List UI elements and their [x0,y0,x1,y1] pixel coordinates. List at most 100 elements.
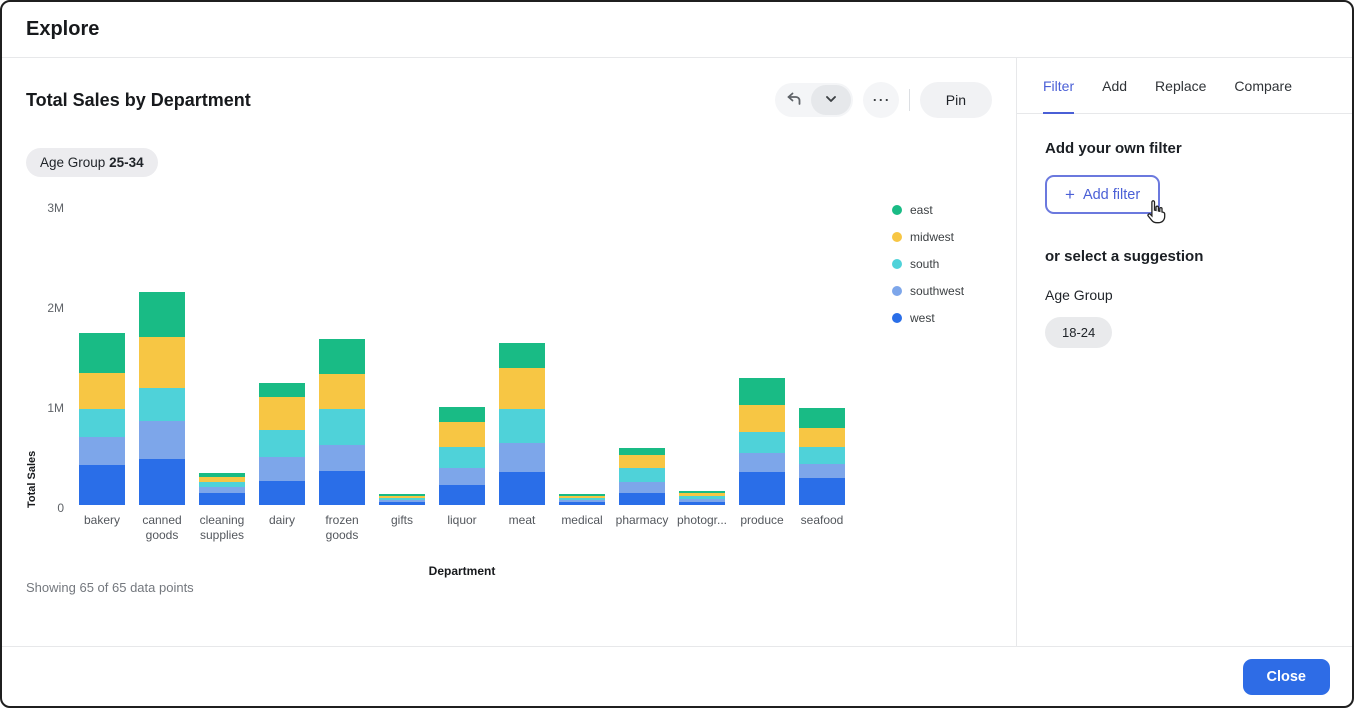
segment-west[interactable] [259,481,305,505]
add-filter-button[interactable]: + Add filter [1045,175,1160,214]
segment-southwest[interactable] [619,482,665,493]
legend-label: west [910,311,935,325]
segment-midwest[interactable] [79,373,125,409]
legend-item-midwest[interactable]: midwest [892,230,964,244]
segment-east[interactable] [79,333,125,373]
bar-stack [499,343,545,505]
close-button[interactable]: Close [1243,659,1331,695]
segment-west[interactable] [799,478,845,505]
x-tick-label: dairy [254,513,310,544]
legend-item-west[interactable]: west [892,311,964,325]
segment-midwest[interactable] [739,405,785,432]
segment-south[interactable] [739,432,785,453]
segment-west[interactable] [79,465,125,505]
bar-photogr[interactable] [674,205,730,505]
bar-stack [139,292,185,505]
x-tick-label: cleaning supplies [194,513,250,544]
segment-southwest[interactable] [79,437,125,465]
segment-southwest[interactable] [319,445,365,471]
bar-medical[interactable] [554,205,610,505]
segment-south[interactable] [259,430,305,457]
tab-filter[interactable]: Filter [1043,58,1074,113]
bar-meat[interactable] [494,205,550,505]
toolbar-divider [909,89,910,111]
segment-west[interactable] [559,502,605,505]
segment-midwest[interactable] [319,374,365,409]
tab-compare[interactable]: Compare [1234,58,1292,113]
more-options-button[interactable]: ⋯ [863,82,899,118]
segment-midwest[interactable] [259,397,305,430]
segment-west[interactable] [139,459,185,505]
segment-midwest[interactable] [139,337,185,388]
bar-pharmacy[interactable] [614,205,670,505]
segment-east[interactable] [319,339,365,374]
segment-east[interactable] [499,343,545,368]
segment-midwest[interactable] [619,455,665,468]
segment-southwest[interactable] [439,468,485,485]
y-tick-label: 2M [47,301,64,315]
filter-chip-age-group[interactable]: Age Group 25-34 [26,148,158,177]
y-axis-ticks: 01M2M3M [38,208,74,508]
legend-item-southwest[interactable]: southwest [892,284,964,298]
segment-west[interactable] [499,472,545,505]
chart-title: Total Sales by Department [26,90,251,111]
data-points-status: Showing 65 of 65 data points [26,580,992,595]
bar-produce[interactable] [734,205,790,505]
pin-button[interactable]: Pin [920,82,992,118]
suggestion-chip-18-24[interactable]: 18-24 [1045,317,1112,348]
segment-east[interactable] [439,407,485,422]
segment-south[interactable] [799,447,845,464]
segment-south[interactable] [499,409,545,443]
segment-midwest[interactable] [499,368,545,409]
segment-west[interactable] [679,502,725,505]
segment-southwest[interactable] [799,464,845,478]
segment-west[interactable] [619,493,665,505]
bar-frozen-goods[interactable] [314,205,370,505]
segment-east[interactable] [259,383,305,397]
segment-east[interactable] [799,408,845,428]
segment-east[interactable] [739,378,785,405]
bar-cleaning-supplies[interactable] [194,205,250,505]
bar-bakery[interactable] [74,205,130,505]
bar-seafood[interactable] [794,205,850,505]
chart-header: Total Sales by Department [26,82,992,118]
bar-stack [379,494,425,505]
segment-southwest[interactable] [499,443,545,472]
segment-midwest[interactable] [439,422,485,447]
bar-gifts[interactable] [374,205,430,505]
segment-south[interactable] [619,468,665,482]
segment-southwest[interactable] [739,453,785,472]
segment-south[interactable] [139,388,185,421]
x-tick-label: liquor [434,513,490,544]
legend-label: east [910,203,933,217]
bar-liquor[interactable] [434,205,490,505]
segment-west[interactable] [379,502,425,505]
segment-west[interactable] [319,471,365,505]
segment-west[interactable] [199,493,245,505]
segment-south[interactable] [79,409,125,437]
segment-south[interactable] [439,447,485,468]
bar-stack [319,339,365,505]
bar-stack [199,473,245,505]
y-tick-label: 0 [57,501,64,515]
segment-southwest[interactable] [259,457,305,481]
bar-stack [679,491,725,505]
tab-add[interactable]: Add [1102,58,1127,113]
legend-item-east[interactable]: east [892,203,964,217]
modal-footer: Close [2,646,1352,706]
segment-east[interactable] [139,292,185,337]
undo-history-dropdown-button[interactable] [811,85,851,115]
bar-dairy[interactable] [254,205,310,505]
segment-east[interactable] [619,448,665,455]
segment-west[interactable] [439,485,485,505]
segment-west[interactable] [739,472,785,505]
segment-midwest[interactable] [799,428,845,447]
undo-button[interactable] [777,85,811,115]
segment-southwest[interactable] [139,421,185,459]
tab-replace[interactable]: Replace [1155,58,1206,113]
bar-canned-goods[interactable] [134,205,190,505]
x-tick-label: bakery [74,513,130,544]
segment-south[interactable] [319,409,365,445]
legend-item-south[interactable]: south [892,257,964,271]
suggestion-group-label: Age Group [1045,287,1324,303]
